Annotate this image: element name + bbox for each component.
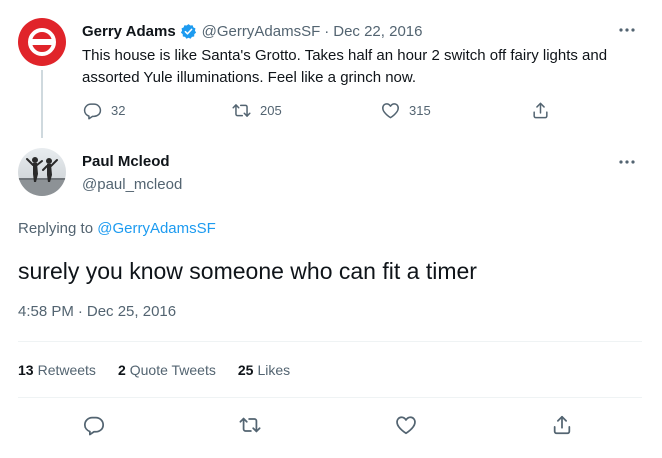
parent-handle[interactable]: @GerryAdamsSF [202, 23, 321, 40]
replying-to-link[interactable]: @GerryAdamsSF [97, 220, 216, 237]
retweets-count: 13 [18, 362, 34, 378]
tweet-date: Dec 25, 2016 [86, 303, 177, 320]
tweet-stats: 13 Retweets 2 Quote Tweets 25 Likes [18, 362, 312, 378]
quote-tweets-count: 2 [117, 362, 126, 378]
replying-to-prefix: Replying to [18, 220, 98, 237]
retweets-stat[interactable]: 13 Retweets [18, 362, 96, 378]
replying-to-line: Replying to @GerryAdamsSF [18, 220, 216, 237]
more-icon[interactable] [617, 154, 637, 170]
quote-tweets-label: Quote Tweets [129, 362, 216, 378]
divider [18, 341, 642, 342]
parent-avatar[interactable] [18, 18, 66, 66]
parent-share-button[interactable] [531, 101, 550, 120]
retweet-icon [232, 104, 251, 117]
main-handle[interactable]: @paul_mcleod [82, 176, 182, 193]
reply-button[interactable] [83, 414, 107, 438]
reply-icon [83, 416, 105, 436]
parent-retweet-button[interactable]: 205 [232, 101, 282, 120]
parent-reply-count: 32 [111, 103, 126, 118]
likes-label: Likes [257, 362, 291, 378]
divider [18, 397, 642, 398]
logo-bar [32, 39, 52, 45]
verified-icon [180, 23, 196, 39]
timestamp-separator: · [77, 303, 83, 320]
main-author-name[interactable]: Paul Mcleod [82, 153, 170, 170]
parent-like-button[interactable]: 315 [381, 101, 431, 120]
retweet-icon [239, 417, 261, 433]
share-icon [553, 415, 571, 435]
parent-separator: · [324, 22, 330, 40]
likes-stat[interactable]: 25 Likes [238, 362, 290, 378]
parent-date[interactable]: Dec 22, 2016 [333, 23, 422, 40]
parent-tweet-text: This house is like Santa's Grotto. Takes… [82, 47, 608, 86]
tweet-timestamp[interactable]: 4:58 PM · Dec 25, 2016 [18, 303, 176, 320]
reply-icon [83, 103, 102, 120]
retweet-button[interactable] [239, 414, 263, 438]
tweet-time: 4:58 PM [18, 303, 74, 320]
more-icon[interactable] [617, 22, 637, 38]
parent-author-name[interactable]: Gerry Adams [82, 23, 176, 40]
main-tweet-text: surely you know someone who can fit a ti… [18, 258, 477, 284]
main-avatar[interactable] [18, 148, 66, 196]
like-button[interactable] [395, 414, 419, 438]
parent-like-count: 315 [409, 103, 431, 118]
thread-connector-line [41, 70, 43, 138]
share-button[interactable] [551, 414, 575, 438]
like-icon [396, 416, 416, 435]
likes-count: 25 [237, 362, 254, 378]
like-icon [382, 103, 399, 119]
parent-retweet-count: 205 [260, 103, 282, 118]
retweets-label: Retweets [37, 362, 96, 378]
quote-tweets-stat[interactable]: 2 Quote Tweets [118, 362, 216, 378]
parent-reply-button[interactable]: 32 [83, 101, 125, 120]
share-icon [533, 102, 548, 119]
parent-tweet-header: Gerry Adams @GerryAdamsSF · Dec 22, 2016 [82, 21, 422, 41]
